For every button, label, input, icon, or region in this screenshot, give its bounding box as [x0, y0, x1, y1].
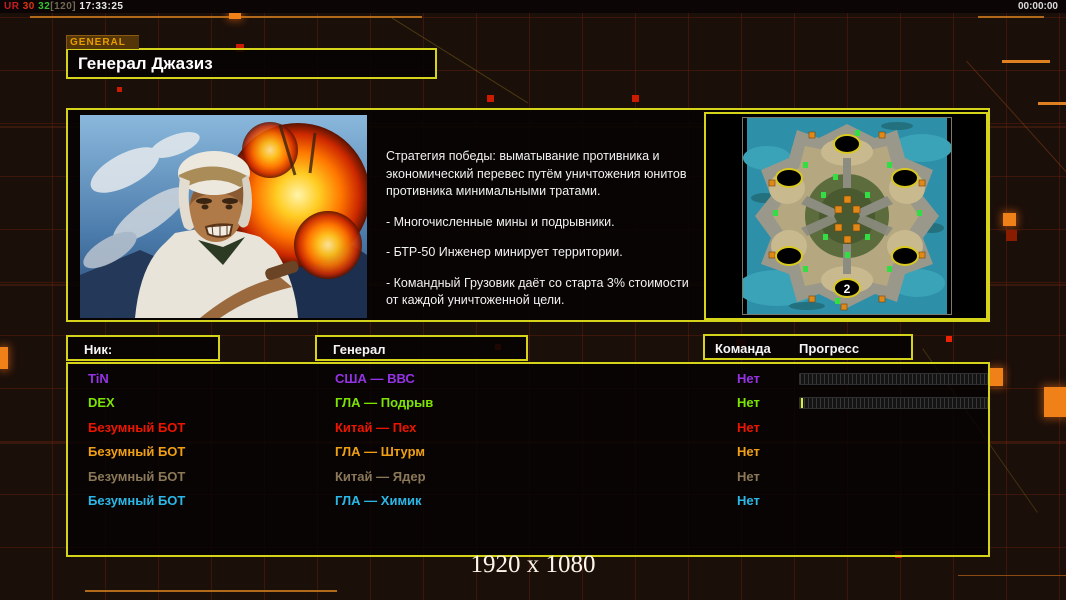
- decor-square: [1044, 387, 1066, 417]
- player-general: США — ВВС: [335, 371, 415, 386]
- decor-square: [990, 368, 1003, 386]
- player-general: Китай — Пех: [335, 419, 417, 435]
- decor-line: [978, 16, 1044, 18]
- decor-line: [1038, 102, 1066, 105]
- decor-square: [487, 95, 494, 102]
- player-general: ГЛА — Подрыв: [335, 395, 434, 411]
- player-table: TiN США — ВВС Нет DEX ГЛА — Подрыв Нет Б…: [66, 362, 990, 557]
- decor-square: [0, 347, 8, 369]
- fps-value2: 32: [38, 1, 51, 12]
- fps-label: UR: [4, 1, 20, 12]
- column-header-nick: Ник:: [66, 335, 220, 361]
- start-marker-number: 2: [844, 282, 851, 296]
- decor-square: [946, 336, 952, 342]
- player-team: Нет: [737, 419, 760, 435]
- player-nick: Безумный БОТ: [88, 468, 186, 484]
- player-general: ГЛА — Штурм: [335, 444, 425, 460]
- description-paragraph: - БТР-50 Инженер минирует территории.: [386, 245, 623, 259]
- column-header-general: Генерал: [315, 335, 528, 361]
- player-row: Безумный БОТ Китай — Пех Нет: [68, 416, 988, 440]
- game-timer: 00:00:00: [1017, 1, 1058, 12]
- header-label: Генерал: [333, 342, 386, 357]
- description-paragraph: - Многочисленные мины и подрывники.: [386, 214, 615, 229]
- player-row: TiN США — ВВС Нет: [68, 367, 988, 391]
- general-portrait: [80, 115, 370, 318]
- player-general: Китай — Ядер: [335, 468, 426, 484]
- fps-counter: UR 30 32[120] 17:33:25: [4, 0, 123, 13]
- decor-line: [30, 16, 422, 18]
- general-title-box: Генерал Джазиз: [66, 48, 437, 79]
- decor-line: [85, 590, 337, 592]
- progress-bar: [799, 397, 988, 410]
- player-row: Безумный БОТ Китай — Ядер Нет: [68, 465, 988, 489]
- player-team: Нет: [737, 468, 760, 484]
- description-paragraph: - Командный Грузовик даёт со старта 3% с…: [386, 275, 689, 308]
- fps-limit: [120]: [50, 1, 77, 12]
- map-preview: 2: [737, 117, 952, 315]
- decor-square: [117, 87, 122, 92]
- general-tab-label: GENERAL: [66, 35, 139, 49]
- player-row: Безумный БОТ ГЛА — Штурм Нет: [68, 440, 988, 464]
- progress-fill: [801, 398, 803, 409]
- minimap-box: 2: [704, 112, 988, 320]
- header-label-progress: Прогресс: [799, 341, 860, 356]
- player-nick: Безумный БОТ: [88, 419, 186, 435]
- player-team: Нет: [737, 492, 760, 508]
- description-paragraph: Стратегия победы: выматывание противника…: [386, 149, 687, 198]
- player-nick: DEX: [88, 395, 115, 411]
- player-team: Нет: [737, 395, 760, 411]
- decor-square: [632, 95, 639, 102]
- status-bar: UR 30 32[120] 17:33:25 00:00:00: [0, 0, 1066, 13]
- player-nick: Безумный БОТ: [88, 492, 186, 508]
- player-nick: Безумный БОТ: [88, 444, 186, 460]
- fps-value: 30: [22, 1, 35, 12]
- player-team: Нет: [737, 444, 760, 460]
- strategy-description: Стратегия победы: выматывание противника…: [386, 148, 694, 323]
- progress-bar: [799, 373, 988, 385]
- header-label-team: Команда: [715, 341, 771, 356]
- decor-square: [1006, 230, 1017, 241]
- general-info-panel: Стратегия победы: выматывание противника…: [66, 108, 990, 322]
- decor-square: [1003, 213, 1016, 226]
- header-label: Ник:: [84, 342, 113, 357]
- player-nick: TiN: [88, 371, 109, 386]
- player-general: ГЛА — Химик: [335, 492, 422, 508]
- player-team: Нет: [737, 371, 760, 386]
- column-header-team-progress: Команда Прогресс: [703, 334, 913, 360]
- page-title: Генерал Джазиз: [78, 54, 213, 73]
- player-row: DEX ГЛА — Подрыв Нет: [68, 391, 988, 415]
- player-row: Безумный БОТ ГЛА — Химик Нет: [68, 489, 988, 513]
- clock: 17:33:25: [79, 1, 124, 12]
- decor-line: [1002, 60, 1050, 63]
- resolution-label: 1920 x 1080: [470, 551, 596, 578]
